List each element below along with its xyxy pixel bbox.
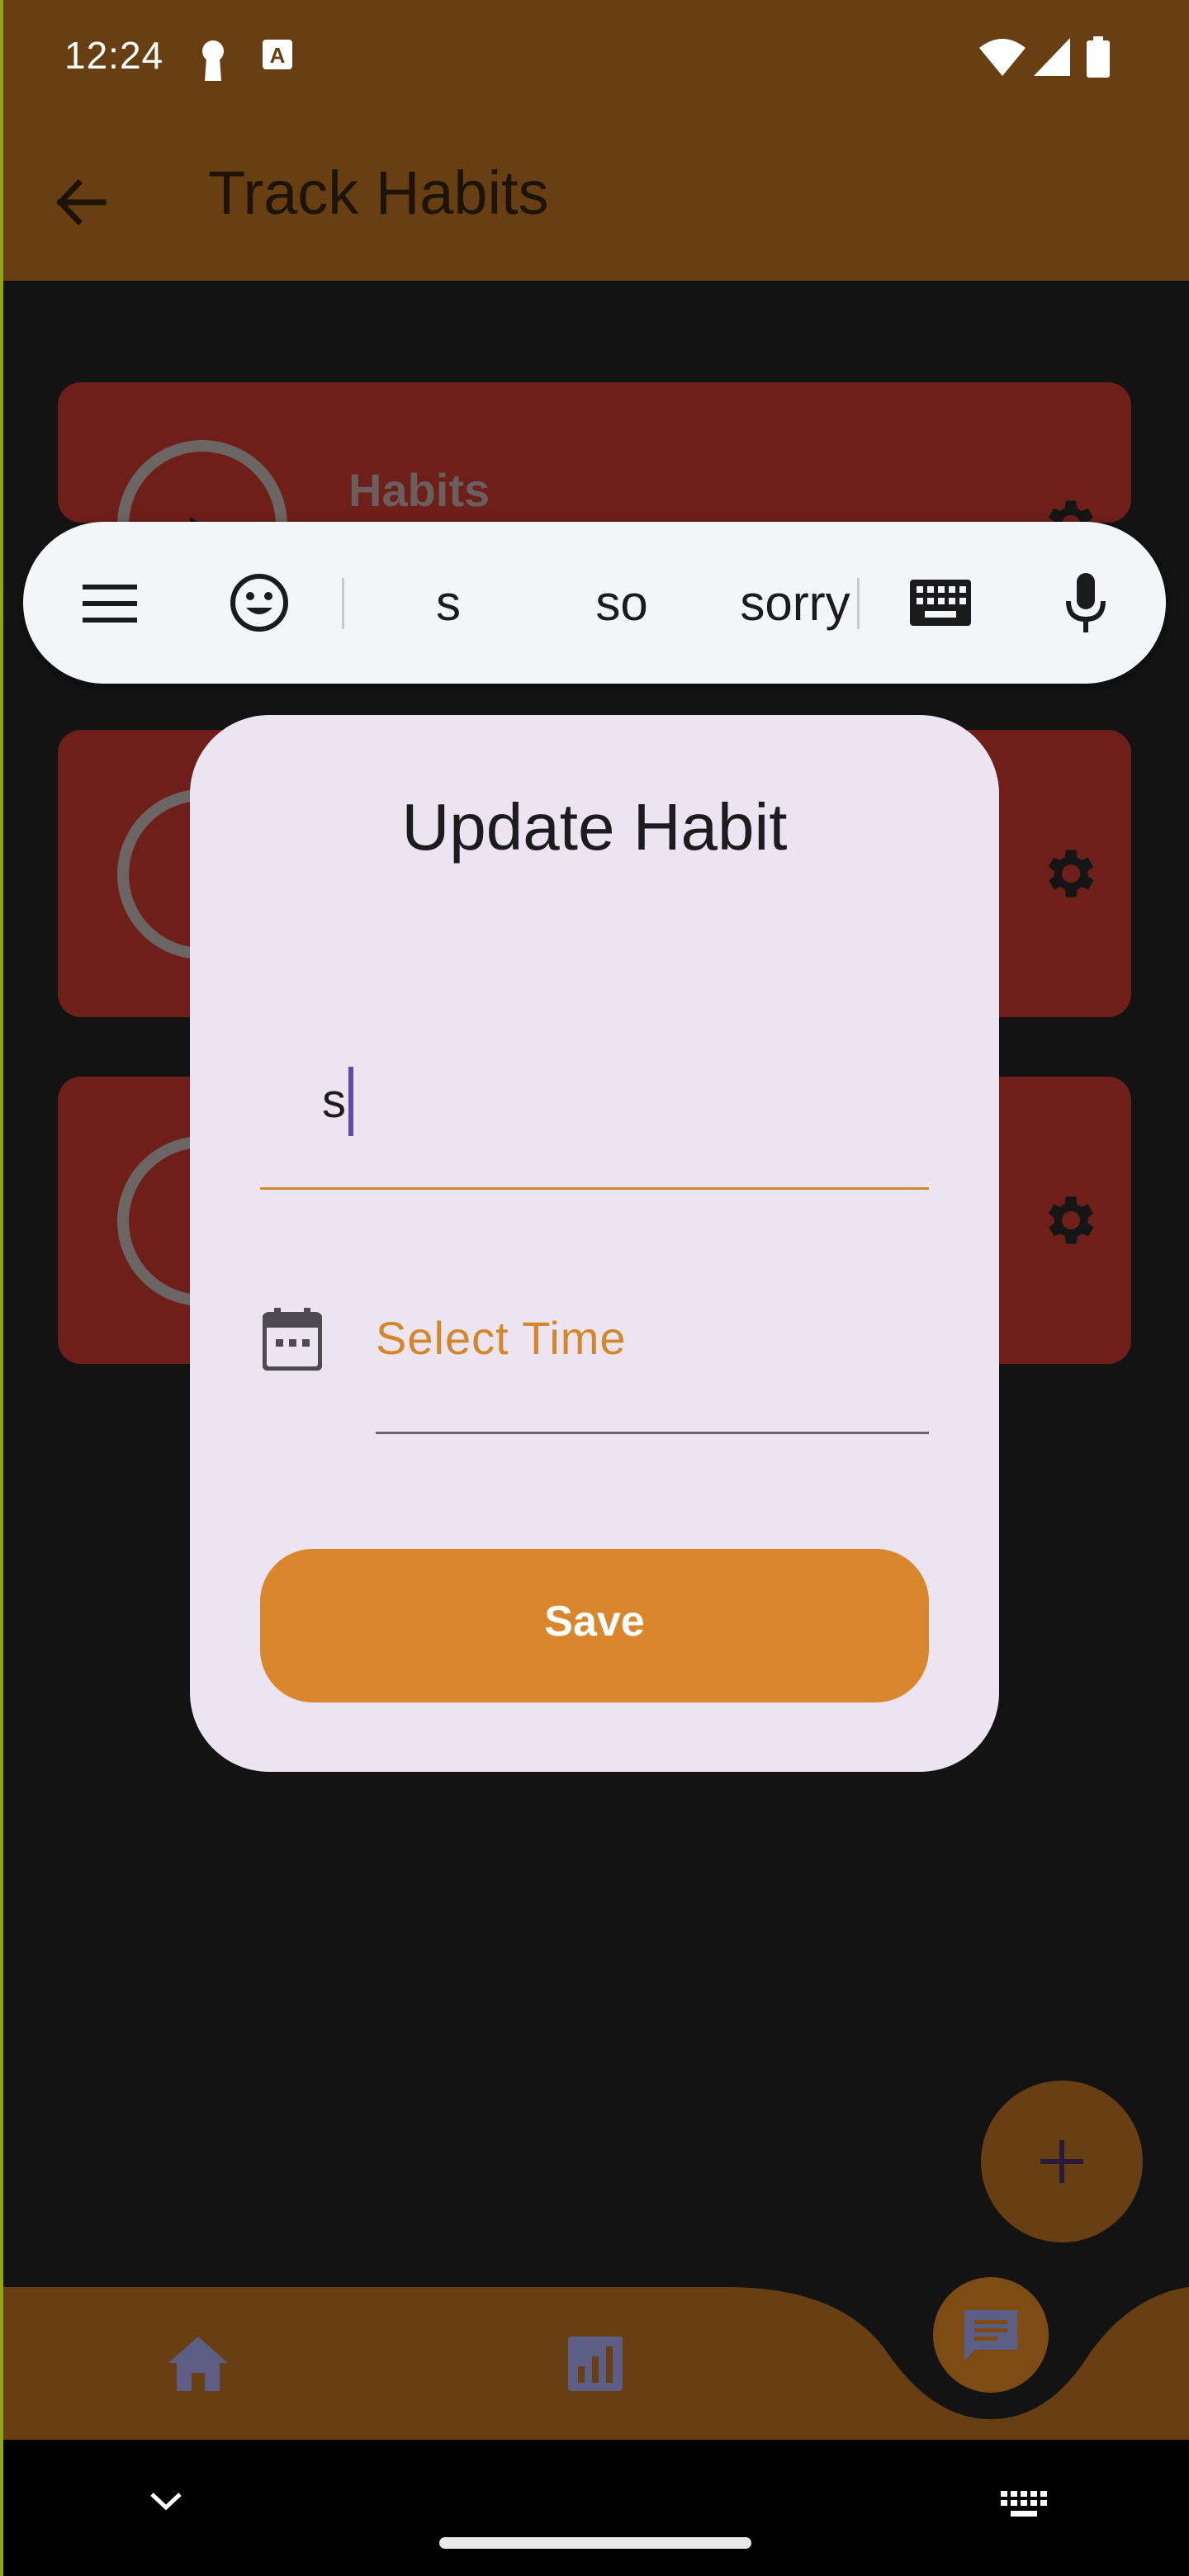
progress-ring bbox=[117, 440, 287, 523]
dialog-title: Update Habit bbox=[401, 790, 788, 864]
keyboard-switch-icon[interactable] bbox=[1001, 2491, 1047, 2519]
calendar-icon[interactable] bbox=[263, 1308, 322, 1371]
page-title: Track Habits bbox=[208, 159, 549, 227]
mic-icon[interactable] bbox=[1065, 573, 1106, 634]
separator bbox=[342, 578, 344, 629]
update-habit-dialog: Update Habit s Select Time Save bbox=[190, 715, 999, 1772]
system-nav-bar bbox=[0, 2440, 1189, 2576]
bottom-nav bbox=[0, 2277, 1189, 2440]
battery-icon bbox=[1087, 36, 1110, 78]
suggestion-3[interactable]: sorry bbox=[700, 575, 890, 632]
habit-card[interactable]: Habits bbox=[58, 382, 1131, 523]
add-habit-button[interactable] bbox=[981, 2081, 1143, 2242]
keyboard-suggestion-bar: s so sorry bbox=[23, 522, 1166, 684]
suggestion-2[interactable]: so bbox=[543, 575, 700, 632]
wifi-icon bbox=[979, 39, 1026, 76]
keyboard-icon[interactable] bbox=[910, 580, 971, 626]
habit-name-value[interactable]: s bbox=[322, 1073, 346, 1129]
app-bar: Track Habits bbox=[0, 120, 1189, 281]
svg-text:A: A bbox=[270, 43, 286, 68]
gear-icon[interactable] bbox=[1037, 842, 1100, 905]
keyhole-icon bbox=[202, 40, 224, 81]
menu-icon[interactable] bbox=[83, 583, 137, 624]
translate-a-icon: A bbox=[263, 40, 292, 69]
signal-icon bbox=[1034, 38, 1070, 76]
gear-icon[interactable] bbox=[1037, 493, 1100, 523]
chevron-down-icon[interactable] bbox=[149, 2491, 183, 2512]
text-caret bbox=[348, 1067, 353, 1136]
home-gesture-pill[interactable] bbox=[439, 2537, 751, 2549]
status-bar: 12:24 A bbox=[0, 0, 1189, 120]
home-icon[interactable] bbox=[168, 2337, 228, 2391]
suggestion-1[interactable]: s bbox=[386, 575, 510, 632]
gear-icon[interactable] bbox=[1037, 1189, 1100, 1252]
plus-icon bbox=[1040, 2140, 1083, 2183]
save-button[interactable]: Save bbox=[260, 1549, 929, 1702]
habit-title: Habits bbox=[348, 464, 490, 516]
separator bbox=[857, 578, 860, 629]
emoji-icon[interactable] bbox=[230, 573, 289, 632]
status-time: 12:24 bbox=[64, 34, 164, 77]
save-button-label: Save bbox=[544, 1598, 645, 1646]
time-field-underline bbox=[376, 1432, 929, 1434]
stats-icon[interactable] bbox=[568, 2337, 623, 2391]
select-time-placeholder: Select Time bbox=[376, 1312, 627, 1364]
arrow-back-icon[interactable] bbox=[45, 165, 120, 239]
chat-icon bbox=[964, 2310, 1017, 2361]
input-underline bbox=[260, 1187, 929, 1190]
chat-button[interactable] bbox=[933, 2277, 1049, 2393]
